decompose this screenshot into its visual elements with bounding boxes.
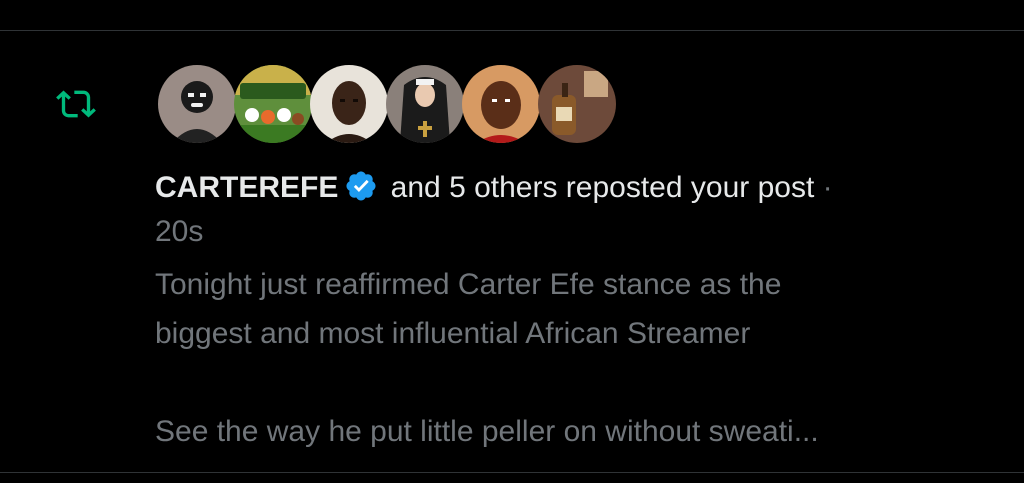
avatar-6[interactable] — [538, 65, 616, 143]
divider — [0, 472, 1024, 473]
paragraph-break — [155, 358, 1015, 407]
post-line: biggest and most influential African Str… — [155, 317, 751, 350]
divider — [0, 30, 1024, 31]
post-line: Tonight just reaffirmed Carter Efe stanc… — [155, 268, 782, 301]
action-text: and 5 others reposted your post — [382, 171, 815, 204]
separator-dot: · — [814, 171, 833, 204]
avatar-1[interactable] — [158, 65, 236, 143]
avatar-3[interactable] — [310, 65, 388, 143]
avatar-4[interactable] — [386, 65, 464, 143]
verified-badge-icon — [344, 169, 378, 203]
post-preview[interactable]: Tonight just reaffirmed Carter Efe stanc… — [155, 260, 1015, 456]
notification-headline: CARTEREFE and 5 others reposted your pos… — [155, 166, 1005, 254]
avatar-2[interactable] — [234, 65, 312, 143]
repost-icon — [48, 84, 104, 124]
notification-screen: CARTEREFE and 5 others reposted your pos… — [0, 0, 1024, 483]
actor-name[interactable]: CARTEREFE — [155, 171, 338, 204]
avatar-5[interactable] — [462, 65, 540, 143]
post-line: See the way he put little peller on with… — [155, 415, 819, 448]
timestamp: 20s — [155, 215, 204, 248]
